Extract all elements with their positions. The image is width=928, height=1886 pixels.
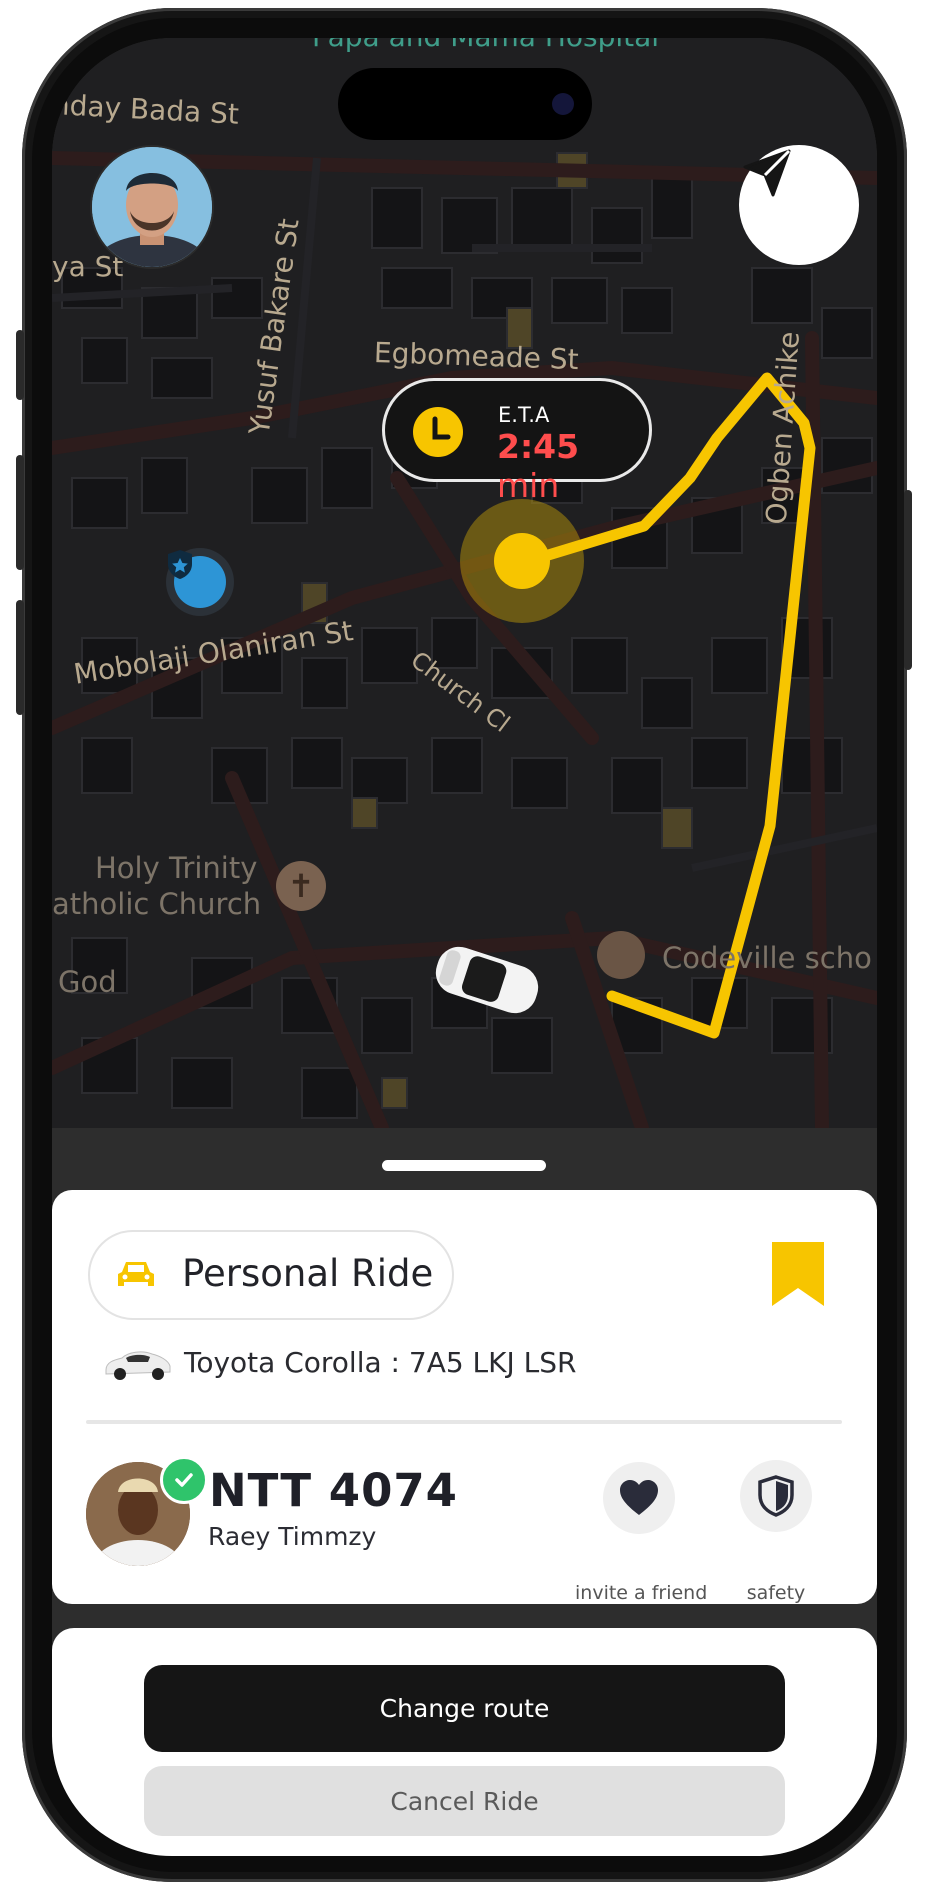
divider <box>86 1420 842 1424</box>
screen: Papa and Mama Hospital nday Bada St ya S… <box>52 38 877 1856</box>
change-route-button[interactable]: Change route <box>144 1665 785 1752</box>
church-icon[interactable]: ✝ <box>276 861 326 911</box>
vehicle-image <box>105 1351 171 1380</box>
navigation-button[interactable] <box>739 145 859 265</box>
eta-value: 2:45 min <box>497 427 649 505</box>
side-button-volume-down <box>16 600 24 715</box>
ride-details-card: Personal Ride Toyota Corolla : 7A5 LKJ L… <box>52 1190 877 1604</box>
ride-type-pill[interactable]: Personal Ride <box>88 1230 454 1320</box>
heart-icon <box>620 1480 658 1515</box>
verified-badge-icon <box>160 1456 208 1504</box>
hospital-label: Papa and Mama Hospital <box>312 38 659 53</box>
sheet-drag-handle[interactable] <box>382 1160 546 1171</box>
vehicle-details: Toyota Corolla : 7A5 LKJ LSR <box>184 1346 577 1379</box>
front-camera <box>552 93 574 115</box>
invite-friend-label: invite a friend <box>575 1582 708 1604</box>
cancel-ride-button[interactable]: Cancel Ride <box>144 1766 785 1836</box>
invite-friend-button[interactable] <box>603 1462 675 1534</box>
police-station-icon <box>168 550 226 608</box>
action-panel: Change route Cancel Ride <box>52 1628 877 1856</box>
eta-card: E.T.A 2:45 min <box>382 378 652 505</box>
eta-label: E.T.A <box>498 403 550 427</box>
user-avatar[interactable] <box>90 145 214 269</box>
navigation-arrow-icon <box>743 149 791 197</box>
car-front-icon <box>118 1262 154 1286</box>
driver-plate: NTT 4074 <box>209 1464 458 1517</box>
map-view[interactable]: Papa and Mama Hospital nday Bada St ya S… <box>52 38 877 1128</box>
police-station-marker[interactable] <box>166 548 234 616</box>
side-button-power <box>904 490 912 670</box>
church-label-line2: atholic Church <box>52 887 262 921</box>
safety-label: safety <box>746 1582 806 1604</box>
pickup-point[interactable] <box>494 533 550 589</box>
safety-button[interactable] <box>740 1460 812 1532</box>
clock-icon <box>413 407 463 457</box>
god-label: God <box>58 965 117 999</box>
school-icon[interactable] <box>597 931 645 979</box>
shield-icon <box>758 1475 794 1517</box>
bookmark-icon[interactable] <box>770 1240 826 1308</box>
eta-unit: min <box>497 466 560 505</box>
school-label: Codeville scho <box>662 941 872 975</box>
side-button-silent <box>16 330 24 400</box>
side-button-volume-up <box>16 455 24 570</box>
ride-type-label: Personal Ride <box>182 1252 434 1295</box>
eta-time: 2:45 <box>497 427 580 466</box>
driver-name: Raey Timmzy <box>208 1522 377 1551</box>
church-label-line1: Holy Trinity <box>95 851 258 885</box>
